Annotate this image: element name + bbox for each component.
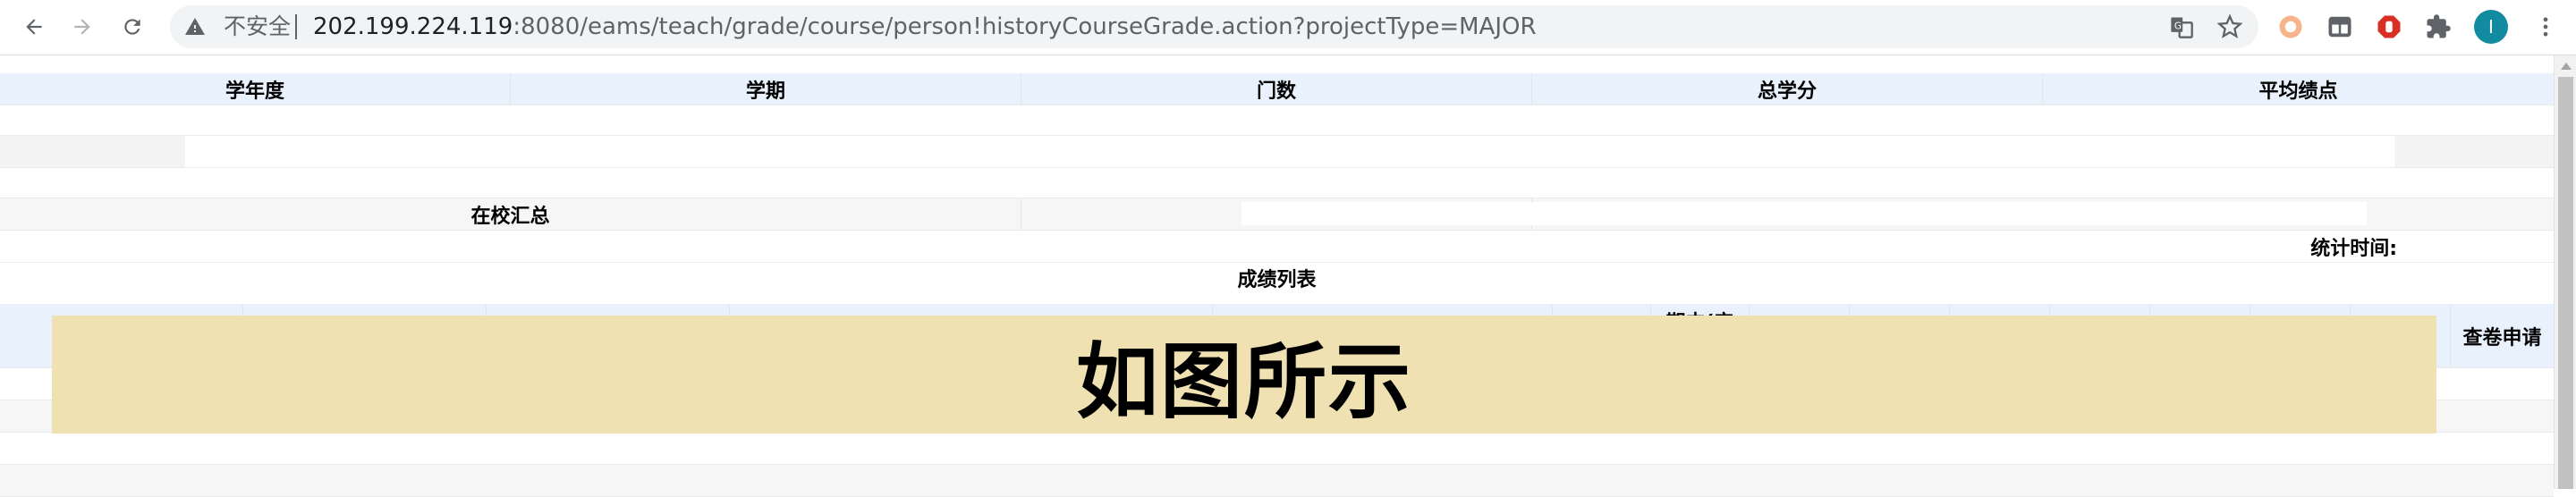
stat-time-row: 统计时间: xyxy=(0,231,2554,263)
profile-avatar[interactable]: I xyxy=(2474,10,2508,44)
url-host: 202.199.224.119 xyxy=(313,13,513,40)
total-label: 在校汇总 xyxy=(0,198,1021,230)
warning-icon xyxy=(185,18,205,35)
extension-window-icon[interactable] xyxy=(2326,13,2354,41)
translate-icon[interactable]: G xyxy=(2169,14,2194,39)
table-row xyxy=(0,433,2554,465)
arrow-right-icon xyxy=(74,19,90,35)
summary-row xyxy=(0,168,2554,198)
browser-toolbar: 不安全 202.199.224.119:8080/eams/teach/grad… xyxy=(0,0,2576,55)
url-path: :8080/eams/teach/grade/course/person!his… xyxy=(513,13,1537,40)
extension-orange-icon[interactable] xyxy=(2276,13,2305,41)
stat-time-label: 统计时间: xyxy=(2310,237,2397,260)
summary-row xyxy=(0,105,2554,136)
address-bar[interactable]: 不安全 202.199.224.119:8080/eams/teach/grad… xyxy=(170,5,2258,48)
bookmark-star-icon[interactable] xyxy=(2217,14,2242,39)
summary-header-credits: 总学分 xyxy=(1532,73,2043,105)
reload-icon xyxy=(124,19,140,35)
summary-header-count: 门数 xyxy=(1021,73,1532,105)
scrollbar-thumb[interactable] xyxy=(2558,77,2573,489)
extensions-puzzle-icon[interactable] xyxy=(2424,13,2453,41)
back-button[interactable] xyxy=(16,9,52,45)
reload-button[interactable] xyxy=(114,9,150,45)
extension-stop-icon[interactable] xyxy=(2375,13,2403,41)
summary-header-year: 学年度 xyxy=(0,73,511,105)
table-row xyxy=(0,465,2554,497)
overlay-banner: 如图所示 xyxy=(52,316,2436,434)
arrow-left-icon xyxy=(26,19,42,35)
scroll-up-arrow-icon[interactable] xyxy=(2561,63,2572,70)
grade-list-title-row: 成绩列表 xyxy=(0,263,2554,293)
summary-total-row: 在校汇总 xyxy=(0,198,2554,231)
summary-header-gpa: 平均绩点 xyxy=(2258,80,2338,103)
overlay-text: 如图所示 xyxy=(1075,333,1412,430)
row-shade xyxy=(2394,136,2554,167)
summary-header-row: 学年度 学期 门数 总学分 平均绩点 xyxy=(0,73,2554,105)
total-value-area xyxy=(1241,202,2367,225)
svg-text:G: G xyxy=(2174,21,2182,31)
more-menu-icon[interactable] xyxy=(2531,13,2560,41)
separator xyxy=(295,14,297,39)
url-text[interactable]: 202.199.224.119:8080/eams/teach/grade/co… xyxy=(313,5,1537,48)
vertical-scrollbar[interactable] xyxy=(2554,55,2576,489)
grade-list-title: 成绩列表 xyxy=(1237,269,1317,291)
not-secure-label: 不安全 xyxy=(224,13,292,39)
row-shade xyxy=(0,136,185,167)
forward-button[interactable] xyxy=(64,9,100,45)
summary-row xyxy=(0,136,2554,168)
grade-header-review: 查卷申请 xyxy=(2462,326,2542,350)
summary-header-term: 学期 xyxy=(511,73,1021,105)
